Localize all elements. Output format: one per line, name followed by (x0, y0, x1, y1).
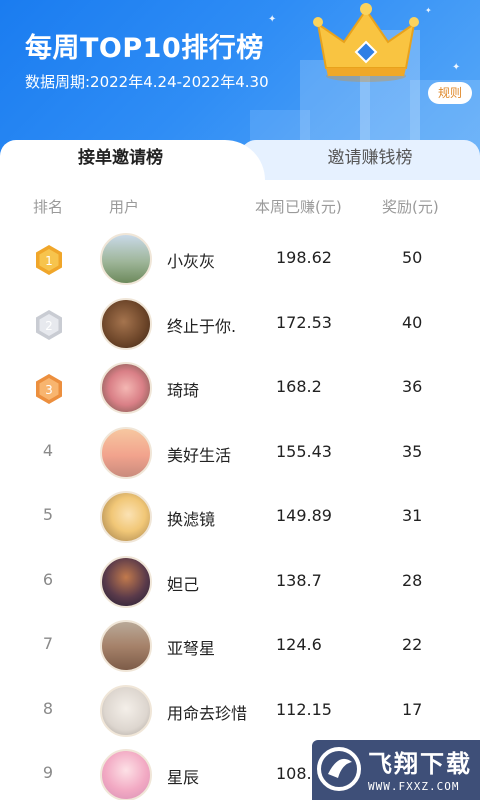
avatar (100, 555, 152, 608)
weekly-earned: 198.62 (276, 248, 332, 267)
rank-number-text: 4 (42, 440, 54, 460)
weekly-earned: 138.7 (276, 570, 322, 590)
rank-number-text: 6 (42, 569, 54, 589)
table-row[interactable]: 1 小灰灰 198.62 50 (0, 227, 480, 292)
tab-bar: 邀请赚钱榜 接单邀请榜 (0, 140, 480, 180)
medal-rank-text: 2 (45, 319, 53, 333)
page-title: 每周TOP10排行榜 (25, 33, 264, 64)
tab-order-invite[interactable]: 接单邀请榜 (0, 140, 265, 180)
user-name: 换滤镜 (167, 510, 216, 529)
avatar (100, 233, 152, 285)
table-row[interactable]: 6 妲己 138.7 28 (0, 550, 480, 615)
avatar (100, 620, 152, 672)
table-row[interactable]: 5 换滤镜 149.89 31 (0, 485, 480, 550)
column-earned: 本周已赚(元) (255, 198, 342, 216)
table-row[interactable]: 2 终止于你. 172.53 40 (0, 292, 480, 357)
reward-amount: 36 (402, 377, 423, 396)
reward-amount: 31 (402, 506, 423, 525)
rules-button[interactable]: 规则 (428, 82, 472, 104)
user-name: 星辰 (167, 768, 200, 787)
reward-amount: 17 (402, 699, 423, 719)
watermark-url: WWW.FXXZ.COM (368, 780, 460, 793)
ranking-list: 1 小灰灰 198.62 50 2 终止于你. 172.53 40 3 琦琦 168.2 36 4 美好生… (0, 227, 480, 800)
bronze-medal-icon: 3 (33, 373, 65, 405)
avatar (100, 297, 152, 350)
tab-invite-earn[interactable]: 邀请赚钱榜 (240, 140, 480, 180)
watermark-logo-icon (317, 747, 361, 791)
reward-amount: 50 (402, 248, 423, 267)
weekly-earned: 172.53 (276, 312, 332, 332)
table-row[interactable]: 3 琦琦 168.2 36 (0, 356, 480, 421)
medal-rank-text: 3 (45, 383, 53, 397)
rank-number-text: 7 (42, 634, 54, 653)
data-period: 数据周期:2022年4.24-2022年4.30 (25, 73, 269, 91)
sparkle-icon: ✦ (425, 6, 432, 15)
table-row[interactable]: 4 美好生活 155.43 35 (0, 421, 480, 486)
user-name: 妲己 (167, 574, 200, 594)
weekly-earned: 168.2 (276, 377, 322, 396)
table-row[interactable]: 8 用命去珍惜 112.15 17 (0, 679, 480, 744)
avatar (100, 491, 152, 543)
watermark-brand: 飞翔下载 (368, 750, 472, 778)
medal-rank-text: 1 (45, 254, 53, 268)
reward-amount: 28 (402, 570, 423, 590)
column-rank: 排名 (33, 198, 64, 216)
sparkle-icon: ✦ (452, 62, 461, 73)
sparkle-icon: ✦ (268, 14, 277, 25)
weekly-earned: 112.15 (276, 699, 332, 719)
table-row[interactable]: 7 亚弩星 124.6 22 (0, 614, 480, 679)
avatar (100, 426, 152, 479)
avatar (100, 749, 152, 800)
reward-amount: 35 (402, 441, 423, 461)
weekly-earned: 155.43 (276, 441, 332, 461)
reward-amount: 22 (402, 635, 423, 654)
weekly-earned: 108. (276, 764, 312, 783)
rank-number-text: 5 (42, 505, 54, 524)
user-name: 终止于你. (167, 316, 237, 336)
user-name: 亚弩星 (167, 639, 216, 658)
reward-amount: 40 (402, 312, 423, 332)
watermark: 飞翔下载 WWW.FXXZ.COM (312, 740, 480, 800)
rank-number-text: 9 (42, 763, 54, 782)
gold-medal-icon: 1 (33, 244, 65, 276)
table-header: 排名 用户 本周已赚(元) 奖励(元) (0, 192, 480, 222)
avatar (100, 362, 152, 414)
rank-number-text: 8 (42, 698, 54, 718)
column-reward: 奖励(元) (382, 198, 439, 216)
weekly-earned: 124.6 (276, 635, 322, 654)
user-name: 美好生活 (167, 445, 232, 465)
user-name: 小灰灰 (167, 252, 216, 271)
silver-medal-icon: 2 (33, 309, 65, 341)
user-name: 用命去珍惜 (167, 703, 248, 723)
column-user: 用户 (109, 198, 140, 216)
crown-icon (313, 3, 419, 82)
weekly-earned: 149.89 (276, 506, 332, 525)
avatar (100, 684, 152, 737)
user-name: 琦琦 (167, 381, 200, 400)
